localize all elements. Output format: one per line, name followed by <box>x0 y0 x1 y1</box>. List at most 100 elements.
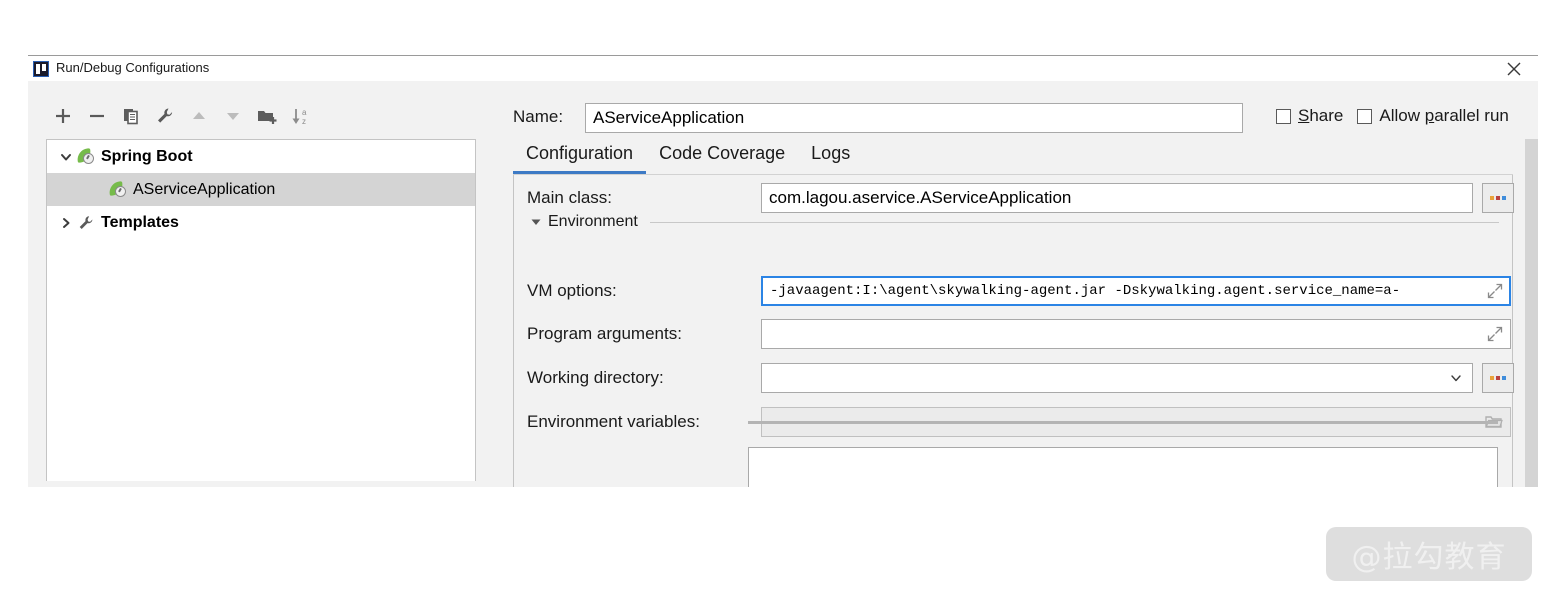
svg-text:z: z <box>302 117 306 126</box>
dialog-scrollbar-thumb[interactable] <box>1525 139 1538 487</box>
section-divider-line <box>649 221 1499 223</box>
edit-templates-button[interactable] <box>148 102 182 130</box>
tree-item-label: Templates <box>101 213 179 231</box>
environment-collapse-toggle[interactable] <box>527 216 545 228</box>
sort-configurations-button[interactable]: a z <box>284 102 318 130</box>
plus-icon <box>56 109 70 123</box>
program-arguments-row: Program arguments: <box>527 319 1511 349</box>
close-button[interactable] <box>1494 56 1534 82</box>
arrow-down-icon <box>227 113 239 120</box>
working-directory-label: Working directory: <box>527 368 664 387</box>
remove-configuration-button[interactable] <box>80 102 114 130</box>
arrow-up-icon <box>193 112 205 119</box>
environment-variables-label: Environment variables: <box>527 412 700 431</box>
dot-icon <box>1502 376 1506 380</box>
sort-az-icon: a z <box>292 108 307 126</box>
svg-text:a: a <box>302 108 307 117</box>
tree-item-label: AServiceApplication <box>133 180 276 198</box>
configurations-tree[interactable]: Spring Boot AServiceApplication Template… <box>46 139 476 481</box>
program-arguments-expand-button[interactable] <box>1487 326 1505 344</box>
triangle-down-icon <box>531 219 541 225</box>
working-directory-dropdown-button[interactable] <box>1445 364 1467 392</box>
move-down-button[interactable] <box>216 102 250 130</box>
dialog-titlebar: Run/Debug Configurations <box>28 55 1538 82</box>
working-directory-browse-button[interactable] <box>1482 363 1514 393</box>
tree-item-spring-boot[interactable]: Spring Boot <box>47 140 475 173</box>
dialog-scrollbar-track[interactable] <box>1525 139 1538 487</box>
working-directory-row: Working directory: <box>527 363 1514 393</box>
vm-options-expand-button[interactable] <box>1487 283 1505 301</box>
watermark-text: @拉勾教育 <box>1351 540 1507 575</box>
dot-icon <box>1490 376 1494 380</box>
editor-tabs: Configuration Code Coverage Logs <box>513 141 1513 177</box>
allow-parallel-run-label: Allow parallel run <box>1379 106 1508 126</box>
configuration-editor-pane: Name: Share Allow parallel run <box>488 81 1518 487</box>
wrench-icon <box>158 108 173 123</box>
dot-icon <box>1502 196 1506 200</box>
tab-code-coverage[interactable]: Code Coverage <box>646 141 798 174</box>
wrench-icon <box>77 214 97 232</box>
screen-root: Run/Debug Configurations a z Spring Boot… <box>0 0 1566 607</box>
chevron-down-icon <box>61 153 71 160</box>
intellij-idea-icon <box>33 61 49 77</box>
close-icon <box>1507 62 1521 76</box>
environment-section-label: Environment <box>548 213 638 230</box>
main-class-row: Main class: <box>527 183 1514 213</box>
program-arguments-input[interactable] <box>761 319 1511 349</box>
spring-boot-icon <box>108 180 129 199</box>
run-debug-configurations-dialog: Run/Debug Configurations a z Spring Boot… <box>28 55 1538 487</box>
next-field-partial[interactable] <box>748 447 1498 487</box>
share-accel: S <box>1298 106 1310 125</box>
name-label: Name: <box>513 107 564 126</box>
new-folder-button[interactable] <box>250 102 284 130</box>
checkbox-box <box>1357 108 1373 124</box>
tree-item-templates[interactable]: Templates <box>47 206 475 239</box>
next-field-top-edge <box>748 421 1498 424</box>
expand-toggle-spring-boot[interactable] <box>55 150 77 164</box>
move-up-button[interactable] <box>182 102 216 130</box>
name-input[interactable] <box>585 103 1243 133</box>
working-directory-input[interactable] <box>761 363 1473 393</box>
allow-parallel-run-checkbox[interactable]: Allow parallel run <box>1357 106 1509 126</box>
main-class-browse-button[interactable] <box>1482 183 1514 213</box>
share-label-rest: hare <box>1309 106 1344 125</box>
vm-options-input[interactable] <box>761 276 1511 306</box>
parallel-label-pre: Allow <box>1379 106 1425 125</box>
dot-icon <box>1496 376 1500 380</box>
configuration-form: Main class: com.lagou.aservice.AServiceA… <box>513 175 1514 487</box>
parallel-label-rest: arallel run <box>1434 106 1509 125</box>
vm-options-label: VM options: <box>527 281 617 300</box>
configurations-toolbar: a z <box>46 101 486 131</box>
dialog-body: a z Spring Boot AServiceApplication Temp… <box>28 81 1538 487</box>
program-arguments-label: Program arguments: <box>527 324 682 343</box>
environment-section-header[interactable]: Environment <box>527 211 1499 233</box>
vm-options-row: VM options: <box>527 276 1511 306</box>
expand-diagonal-icon <box>1487 326 1503 342</box>
chevron-down-icon <box>1451 375 1461 382</box>
tree-item-aserviceapplication[interactable]: AServiceApplication <box>47 173 475 206</box>
watermark: @拉勾教育 <box>1326 527 1532 581</box>
main-class-label: Main class: <box>527 188 613 207</box>
minus-icon <box>90 114 104 118</box>
share-checkbox[interactable]: Share <box>1276 106 1343 126</box>
tree-item-label: Spring Boot <box>101 147 193 165</box>
tab-configuration[interactable]: Configuration <box>513 141 647 174</box>
expand-diagonal-icon <box>1487 283 1503 299</box>
copy-icon <box>124 109 138 125</box>
name-row-checkboxes: Share Allow parallel run <box>1276 106 1509 126</box>
expand-toggle-templates[interactable] <box>55 216 77 230</box>
copy-configuration-button[interactable] <box>114 102 148 130</box>
dialog-title: Run/Debug Configurations <box>56 60 210 75</box>
chevron-right-icon <box>63 217 70 228</box>
checkbox-box <box>1276 108 1291 124</box>
parallel-accel: p <box>1424 106 1435 125</box>
folder-plus-icon <box>258 111 277 124</box>
share-label: Share <box>1298 106 1343 126</box>
dot-icon <box>1496 196 1500 200</box>
add-configuration-button[interactable] <box>46 102 80 130</box>
spring-boot-icon <box>76 147 97 166</box>
dot-icon <box>1490 196 1494 200</box>
tab-logs[interactable]: Logs <box>798 141 863 174</box>
name-row: Name: Share Allow parallel run <box>513 103 1513 133</box>
main-class-input[interactable] <box>761 183 1473 213</box>
